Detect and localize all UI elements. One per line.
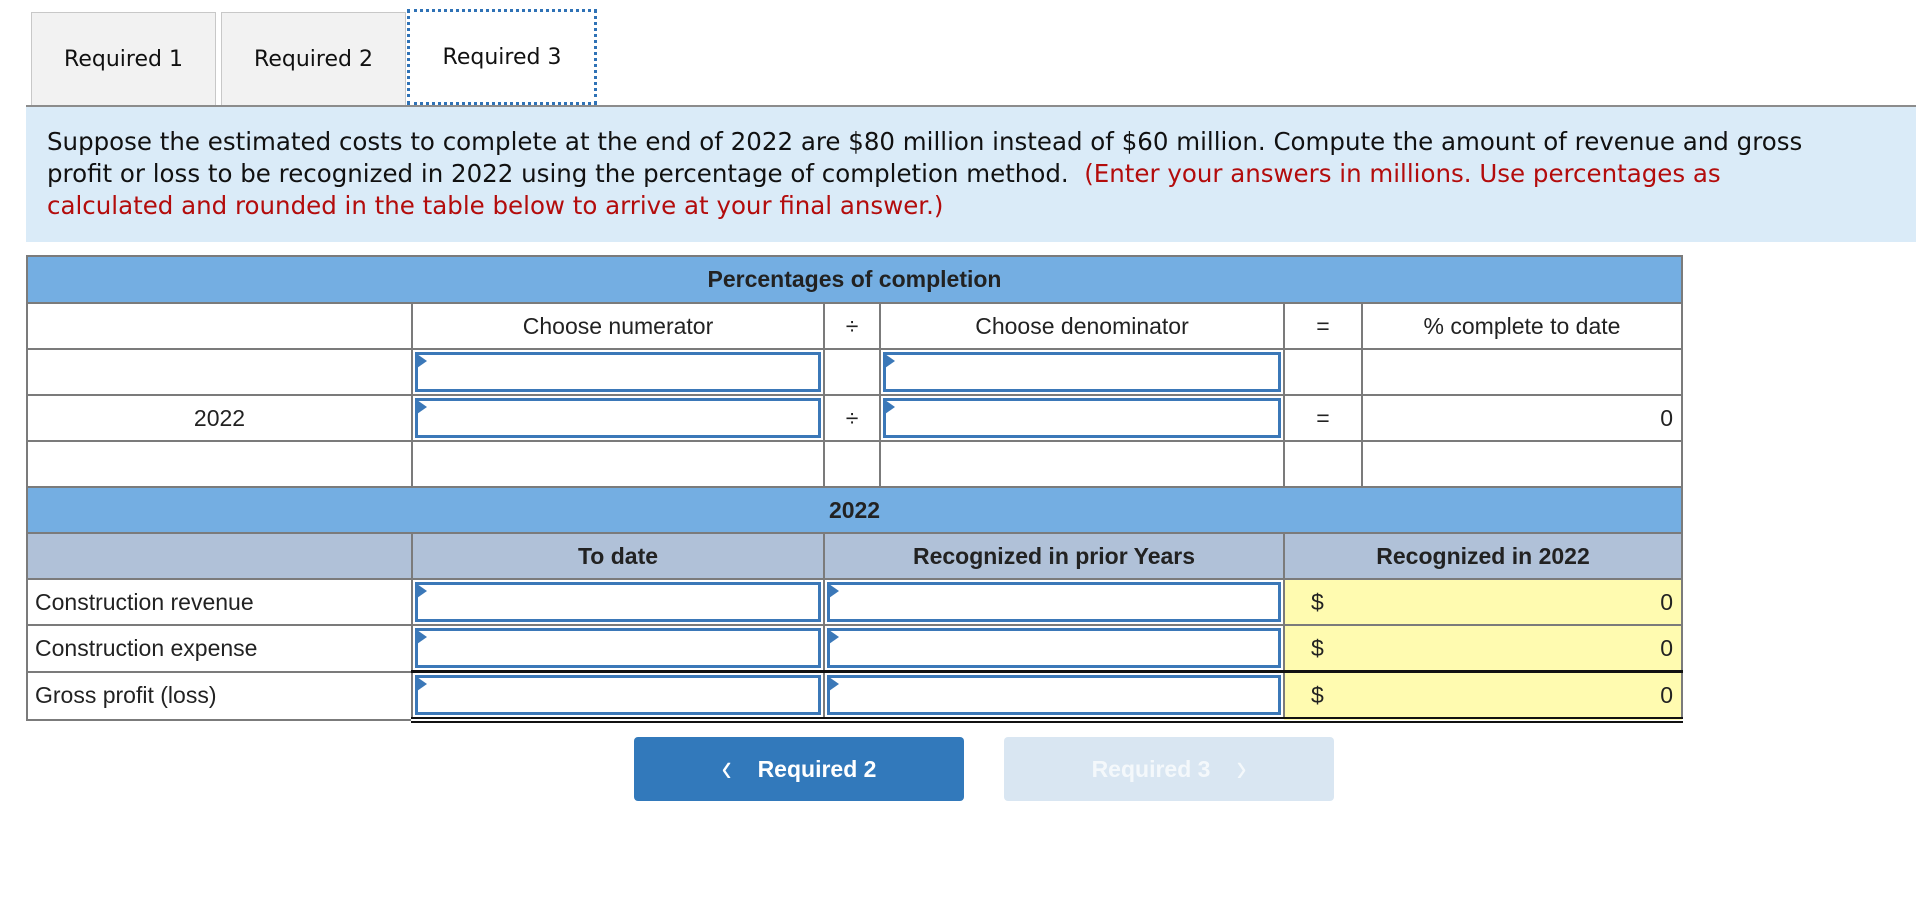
previous-required-button[interactable]: ‹ Required 2 — [634, 737, 964, 801]
input-field[interactable] — [415, 398, 821, 438]
header-prior-years: Recognized in prior Years — [823, 532, 1285, 580]
numerator-cell — [411, 440, 825, 488]
equals-sign — [1283, 348, 1363, 396]
percentages-title: Percentages of completion — [26, 255, 1683, 304]
next-required-button: Required 3 › — [1004, 737, 1334, 801]
revenue-recognized-current: $0 — [1282, 578, 1684, 626]
tab-required-3[interactable]: Required 3 — [407, 9, 597, 105]
recognition-table: 2022 To date Recognized in prior Years R… — [25, 486, 1684, 723]
divide-sign — [823, 348, 881, 396]
instructions-text: profit or loss to be recognized in 2022 … — [47, 159, 1069, 188]
previous-button-label: Required 2 — [757, 755, 877, 782]
header-denominator: Choose denominator — [879, 302, 1285, 350]
gross-profit-to-date-input[interactable] — [411, 670, 825, 723]
equals-sign — [1283, 440, 1363, 488]
header-recognized-current: Recognized in 2022 — [1282, 532, 1684, 580]
header-equals: = — [1283, 302, 1363, 350]
input-field[interactable] — [883, 398, 1281, 438]
revenue-prior-years-input[interactable] — [823, 578, 1285, 626]
header-blank — [26, 302, 413, 350]
computed-value: 0 — [1660, 588, 1674, 615]
table-row: Construction revenue $0 — [26, 578, 1684, 626]
tab-required-1[interactable]: Required 1 — [31, 12, 216, 105]
row-label: Construction expense — [26, 624, 413, 673]
input-field[interactable] — [415, 628, 821, 668]
input-field[interactable] — [827, 628, 1281, 668]
instructions-box: Suppose the estimated costs to complete … — [26, 107, 1916, 242]
currency-symbol: $ — [1311, 681, 1324, 708]
header-blank — [26, 532, 413, 580]
revenue-to-date-input[interactable] — [411, 578, 825, 626]
currency-symbol: $ — [1311, 588, 1324, 615]
computed-value: 0 — [1660, 681, 1674, 708]
row-label — [26, 348, 413, 396]
expense-recognized-current: $0 — [1282, 624, 1684, 673]
result-cell — [1361, 348, 1683, 396]
percent-complete-value: 0 — [1361, 394, 1683, 442]
instructions-line-1: Suppose the estimated costs to complete … — [47, 127, 1803, 156]
row-label: Gross profit (loss) — [26, 670, 413, 721]
numerator-select[interactable] — [411, 348, 825, 396]
result-cell — [1361, 440, 1683, 488]
instructions-note-cont: calculated and rounded in the table belo… — [47, 191, 944, 220]
expense-to-date-input[interactable] — [411, 624, 825, 673]
input-field[interactable] — [415, 582, 821, 622]
percentages-table: Percentages of completion Choose numerat… — [26, 255, 1683, 488]
next-button-label: Required 3 — [1091, 755, 1211, 782]
input-field[interactable] — [827, 675, 1281, 715]
header-divide: ÷ — [823, 302, 881, 350]
chevron-right-icon: › — [1236, 746, 1247, 790]
table-row: Gross profit (loss) $0 — [26, 670, 1684, 723]
numerator-input[interactable] — [411, 394, 825, 442]
tab-required-2[interactable]: Required 2 — [221, 12, 406, 105]
chevron-left-icon: ‹ — [721, 746, 732, 790]
gross-profit-prior-years-input[interactable] — [823, 670, 1285, 723]
row-label — [26, 440, 413, 488]
header-to-date: To date — [411, 532, 825, 580]
table-row — [26, 348, 1683, 396]
expense-prior-years-input[interactable] — [823, 624, 1285, 673]
header-result: % complete to date — [1361, 302, 1683, 350]
dropdown-field[interactable] — [415, 352, 821, 392]
input-field[interactable] — [415, 675, 821, 715]
header-numerator: Choose numerator — [411, 302, 825, 350]
equals-sign: = — [1283, 394, 1363, 442]
computed-value: 0 — [1660, 634, 1674, 661]
denominator-cell — [879, 440, 1285, 488]
divide-sign — [823, 440, 881, 488]
instructions-line-2: profit or loss to be recognized in 2022 … — [47, 158, 1916, 190]
denominator-input[interactable] — [879, 394, 1285, 442]
instructions-note: (Enter your answers in millions. Use per… — [1084, 159, 1721, 188]
table-row: 2022 ÷ = 0 — [26, 394, 1683, 442]
recognition-title: 2022 — [25, 486, 1684, 534]
dropdown-field[interactable] — [883, 352, 1281, 392]
table-row: Construction expense $0 — [26, 624, 1684, 673]
divide-sign: ÷ — [823, 394, 881, 442]
currency-symbol: $ — [1311, 634, 1324, 661]
table-row — [26, 440, 1683, 488]
row-label: Construction revenue — [26, 578, 413, 626]
row-label: 2022 — [26, 394, 413, 442]
input-field[interactable] — [827, 582, 1281, 622]
gross-profit-recognized-current: $0 — [1282, 670, 1684, 723]
denominator-select[interactable] — [879, 348, 1285, 396]
